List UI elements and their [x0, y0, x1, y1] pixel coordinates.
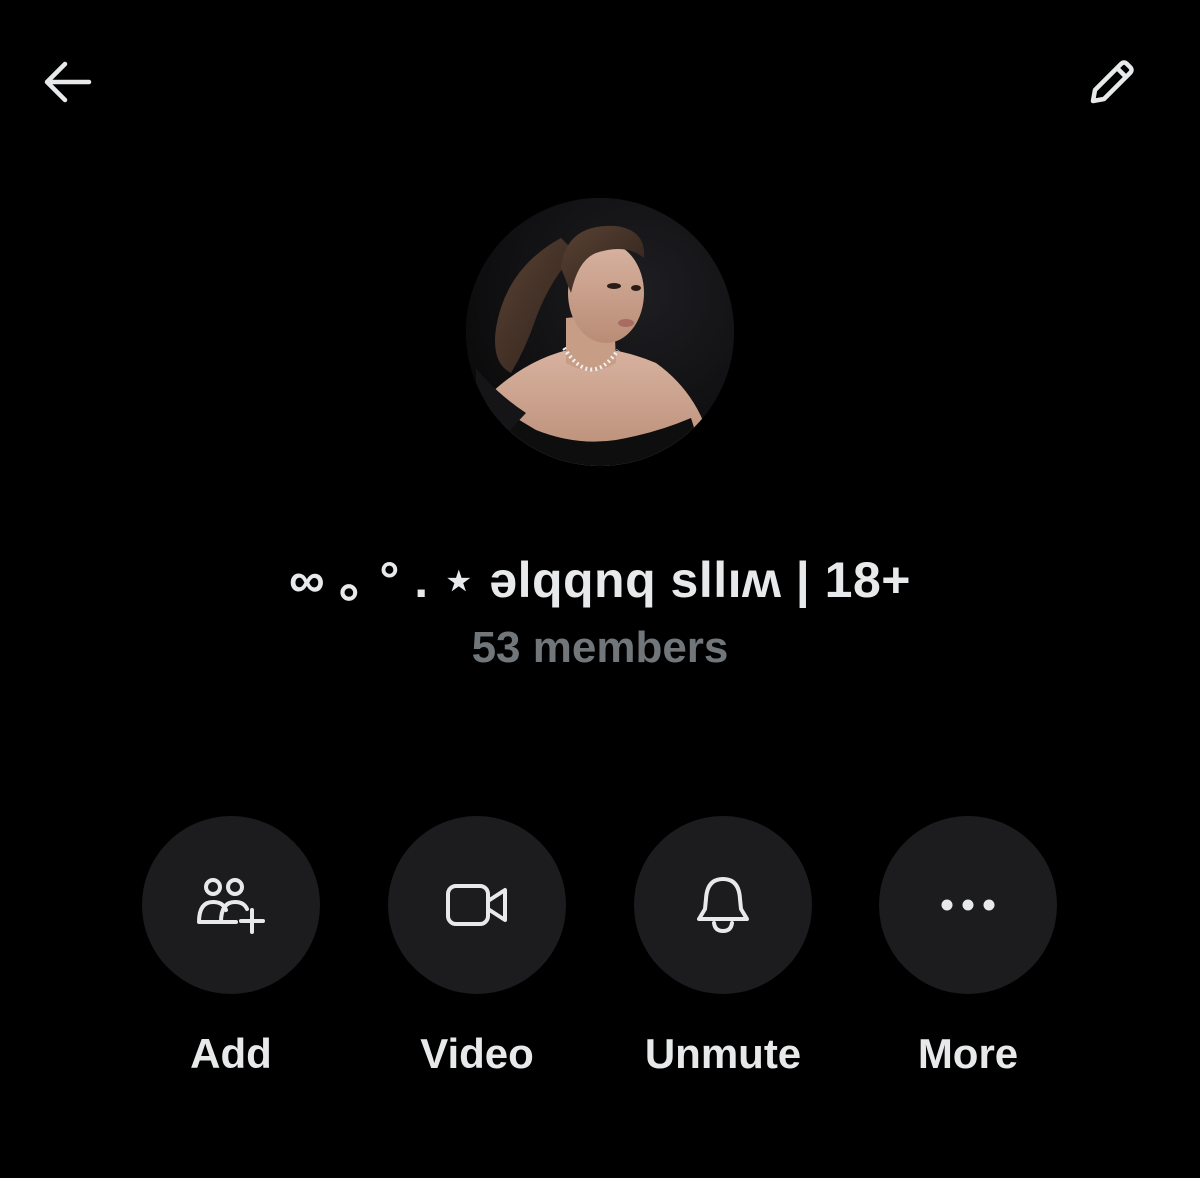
arrow-left-icon [44, 61, 92, 103]
unmute-button[interactable]: Unmute [603, 816, 843, 1078]
pencil-icon [1090, 60, 1134, 104]
add-label: Add [190, 1030, 272, 1077]
member-count[interactable]: 53 members [0, 623, 1200, 673]
more-dots-icon [941, 899, 995, 911]
video-camera-icon [446, 884, 507, 926]
video-button[interactable]: Video [357, 816, 597, 1078]
add-button[interactable]: Add [111, 816, 351, 1078]
more-button[interactable]: More [848, 816, 1088, 1078]
group-info-screen: ∞ ｡ ° . ⋆ ǝlqqnq sllıʍ | 18+ 53 members … [0, 0, 1200, 1178]
edit-button[interactable] [1078, 52, 1142, 116]
unmute-circle[interactable] [634, 816, 812, 994]
add-people-icon [197, 878, 265, 934]
add-circle[interactable] [142, 816, 320, 994]
video-circle[interactable] [388, 816, 566, 994]
bell-icon [697, 877, 749, 933]
unmute-label: Unmute [644, 1030, 802, 1077]
video-label: Video [420, 1030, 534, 1077]
back-button[interactable] [35, 50, 99, 114]
more-circle[interactable] [879, 816, 1057, 994]
more-label: More [917, 1030, 1019, 1077]
group-name: ∞ ｡ ° . ⋆ ǝlqqnq sllıʍ | 18+ [288, 552, 911, 608]
group-avatar[interactable] [466, 198, 734, 466]
action-bar: Add Video Unmute More [0, 816, 1200, 1096]
avatar-photo [466, 198, 734, 466]
